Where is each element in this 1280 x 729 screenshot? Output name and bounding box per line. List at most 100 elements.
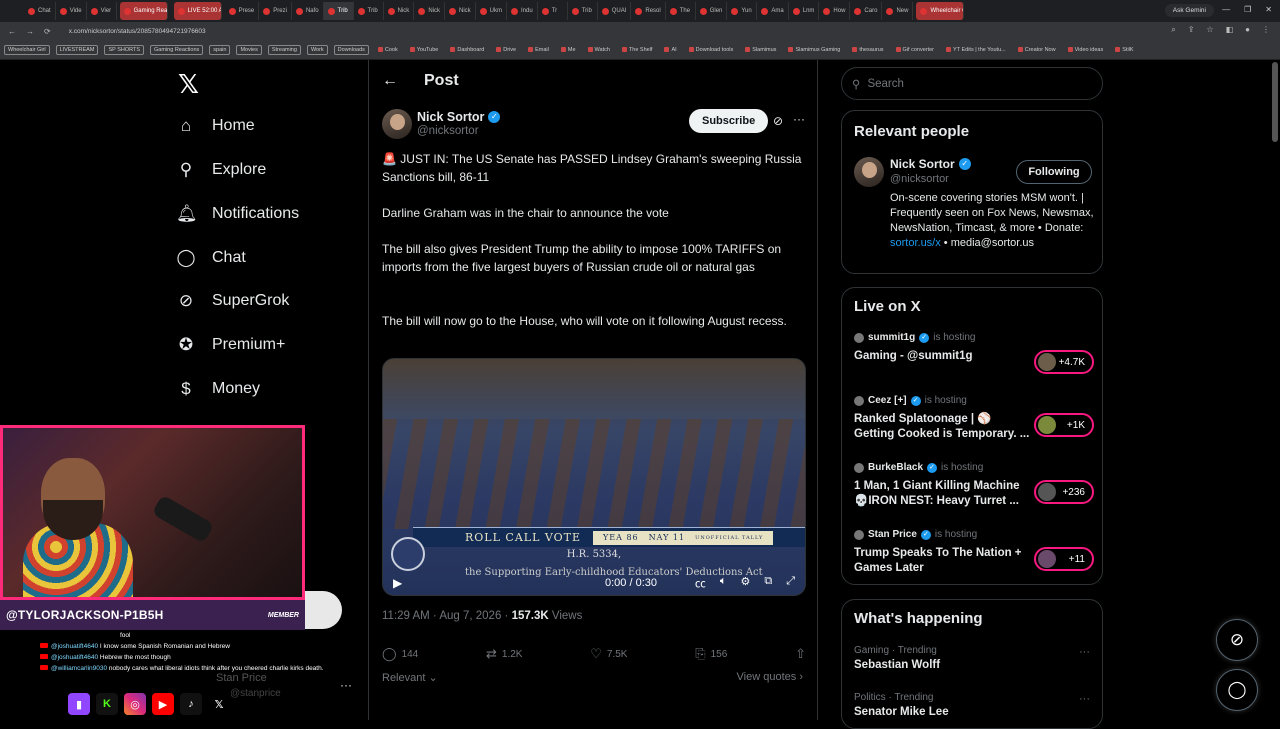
- bookmark-item[interactable]: The Shelf: [619, 46, 656, 54]
- bookmark-item[interactable]: Creator Now: [1015, 46, 1059, 54]
- author-name[interactable]: Nick Sortor ✓: [417, 110, 501, 124]
- bookmark-item[interactable]: AI: [661, 46, 679, 54]
- back-icon[interactable]: ←: [8, 27, 16, 36]
- bookmark-item[interactable]: Watch: [585, 46, 613, 54]
- browser-tab[interactable]: Chat: [24, 2, 56, 20]
- more-options-icon[interactable]: ···: [793, 112, 805, 126]
- bookmark-item[interactable]: Streaming: [267, 44, 301, 55]
- bookmark-item[interactable]: SP SHORTS: [104, 44, 145, 55]
- settings-gear-icon[interactable]: ⚙: [740, 575, 750, 591]
- browser-tab[interactable]: Ama: [757, 2, 789, 20]
- x-logo-icon[interactable]: 𝕏: [178, 70, 199, 100]
- browser-tab[interactable]: Tr: [538, 2, 568, 20]
- browser-tab[interactable]: Prese: [225, 2, 260, 20]
- person-bio-link[interactable]: sortor.us/x: [890, 237, 941, 249]
- fullscreen-icon[interactable]: ⤢: [786, 575, 795, 591]
- nav-supergrok[interactable]: ⊘ SuperGrok: [176, 291, 290, 311]
- nav-home[interactable]: ⌂ Home: [176, 116, 255, 136]
- browser-tab[interactable]: Vier: [87, 2, 117, 20]
- forward-icon[interactable]: →: [26, 27, 34, 36]
- bookmark-item[interactable]: Gaming Reactions: [150, 44, 204, 55]
- browser-tab[interactable]: LIVE 52:00 AM: [173, 2, 222, 20]
- trend-more-icon[interactable]: ···: [1079, 646, 1090, 658]
- captions-icon[interactable]: ㏄: [695, 575, 706, 591]
- browser-tab[interactable]: New: [882, 2, 914, 20]
- like-button[interactable]: ♡ 7.5K: [590, 646, 627, 662]
- browser-tab[interactable]: Trib: [568, 2, 598, 20]
- nav-money[interactable]: $ Money: [176, 379, 260, 399]
- person-avatar[interactable]: [854, 157, 884, 187]
- menu-icon[interactable]: ⋮: [1262, 25, 1270, 35]
- browser-tab[interactable]: Vide: [56, 2, 87, 20]
- bookmark-item[interactable]: StilK: [1112, 46, 1136, 54]
- browser-tab[interactable]: Nick: [384, 2, 415, 20]
- share-button[interactable]: ⇧: [795, 646, 806, 662]
- volume-icon[interactable]: 🔈︎: [720, 575, 727, 591]
- browser-tab[interactable]: Trib: [354, 2, 384, 20]
- live-item[interactable]: BurkeBlack ✓ is hosting 1 Man, 1 Giant Kil…: [854, 462, 1094, 509]
- browser-tab[interactable]: Trib: [323, 2, 354, 20]
- reply-sort-dropdown[interactable]: Relevant ⌄: [382, 671, 438, 684]
- bookmark-item[interactable]: thesaurus: [849, 46, 886, 54]
- person-handle[interactable]: @nicksortor: [890, 173, 949, 185]
- browser-tab[interactable]: Glen: [696, 2, 728, 20]
- bookmark-star-icon[interactable]: ☆: [1206, 25, 1213, 35]
- bookmark-item[interactable]: Slamimus Gaming: [785, 46, 843, 54]
- close-icon[interactable]: ✕: [1265, 5, 1272, 14]
- search-input[interactable]: ⚲ Search: [841, 67, 1103, 100]
- browser-tab[interactable]: Indu: [507, 2, 538, 20]
- live-item[interactable]: Stan Price ✓ is hosting Trump Speaks To Th…: [854, 529, 1094, 576]
- view-quotes-link[interactable]: View quotes ›: [737, 671, 803, 683]
- nav-explore[interactable]: ⚲ Explore: [176, 160, 266, 180]
- bookmark-item[interactable]: Downloads: [333, 44, 369, 55]
- video-player[interactable]: ROLL CALL VOTE YEA 86 NAY 11 UNOFFICIAL TA…: [382, 358, 806, 596]
- browser-tab[interactable]: Nick: [414, 2, 445, 20]
- trend-name[interactable]: Senator Mike Lee: [854, 706, 949, 718]
- browser-tab[interactable]: Ukm: [476, 2, 507, 20]
- nav-chat[interactable]: ◯ Chat: [176, 248, 245, 268]
- post-timestamp[interactable]: 11:29 AM · Aug 7, 2026 ·: [382, 610, 512, 622]
- bookmark-item[interactable]: Wheelchair Girl: [4, 44, 50, 55]
- grok-fab-icon[interactable]: ⊘: [1216, 619, 1258, 661]
- live-item[interactable]: summit1g ✓ is hosting Gaming - @summit1g +…: [854, 332, 1094, 374]
- bookmark-item[interactable]: Dashboard: [447, 46, 487, 54]
- trend-more-icon[interactable]: ···: [1079, 693, 1090, 705]
- person-name[interactable]: Nick Sortor ✓: [890, 157, 971, 171]
- bookmark-item[interactable]: spain: [209, 44, 231, 55]
- zoom-icon[interactable]: ⌕: [1171, 25, 1175, 35]
- browser-tab[interactable]: How: [819, 2, 851, 20]
- bookmark-item[interactable]: Movies: [236, 44, 262, 55]
- nav-premium[interactable]: ✪ Premium+: [176, 335, 285, 355]
- bookmark-item[interactable]: Work: [306, 44, 328, 55]
- extensions-icon[interactable]: ◧: [1226, 25, 1234, 35]
- browser-tab[interactable]: Yun: [727, 2, 758, 20]
- browser-tab[interactable]: QUAI: [598, 2, 632, 20]
- grok-explain-icon[interactable]: ⊘: [773, 114, 783, 128]
- browser-tab[interactable]: Nafo: [292, 2, 324, 20]
- browser-tab[interactable]: Wheelchair Girl: [916, 2, 965, 20]
- browser-tab[interactable]: Nick: [445, 2, 476, 20]
- post-button-partial[interactable]: [300, 591, 342, 629]
- back-arrow-icon[interactable]: ←: [382, 72, 398, 90]
- pip-icon[interactable]: ⧉: [764, 575, 772, 591]
- bookmark-item[interactable]: Cook: [375, 46, 401, 54]
- play-icon[interactable]: ▶: [393, 576, 402, 590]
- browser-tab[interactable]: Prezi: [259, 2, 292, 20]
- bookmark-item[interactable]: YT Edits | the Youtu...: [943, 46, 1009, 54]
- bookmark-item[interactable]: YouTube: [407, 46, 442, 54]
- bookmark-item[interactable]: Download tools: [686, 46, 737, 54]
- author-avatar[interactable]: [382, 109, 412, 139]
- account-more-icon[interactable]: ···: [340, 678, 352, 692]
- reply-button[interactable]: ◯ 144: [382, 646, 418, 662]
- bookmark-item[interactable]: Email: [525, 46, 552, 54]
- maximize-icon[interactable]: ❐: [1244, 5, 1251, 14]
- bookmark-item[interactable]: Gif converter: [893, 46, 937, 54]
- bookmark-item[interactable]: Drive: [493, 46, 519, 54]
- profile-icon[interactable]: ●: [1245, 25, 1250, 35]
- page-scrollbar[interactable]: [1272, 62, 1278, 142]
- bookmark-item[interactable]: LIVESTREAM: [55, 44, 99, 55]
- url-field[interactable]: x.com/nicksortor/status/2085780494721976…: [69, 28, 206, 35]
- bookmark-item[interactable]: Slamimus: [742, 46, 779, 54]
- bookmark-button[interactable]: ⎘ 156: [695, 646, 727, 662]
- minimize-icon[interactable]: —: [1222, 5, 1230, 14]
